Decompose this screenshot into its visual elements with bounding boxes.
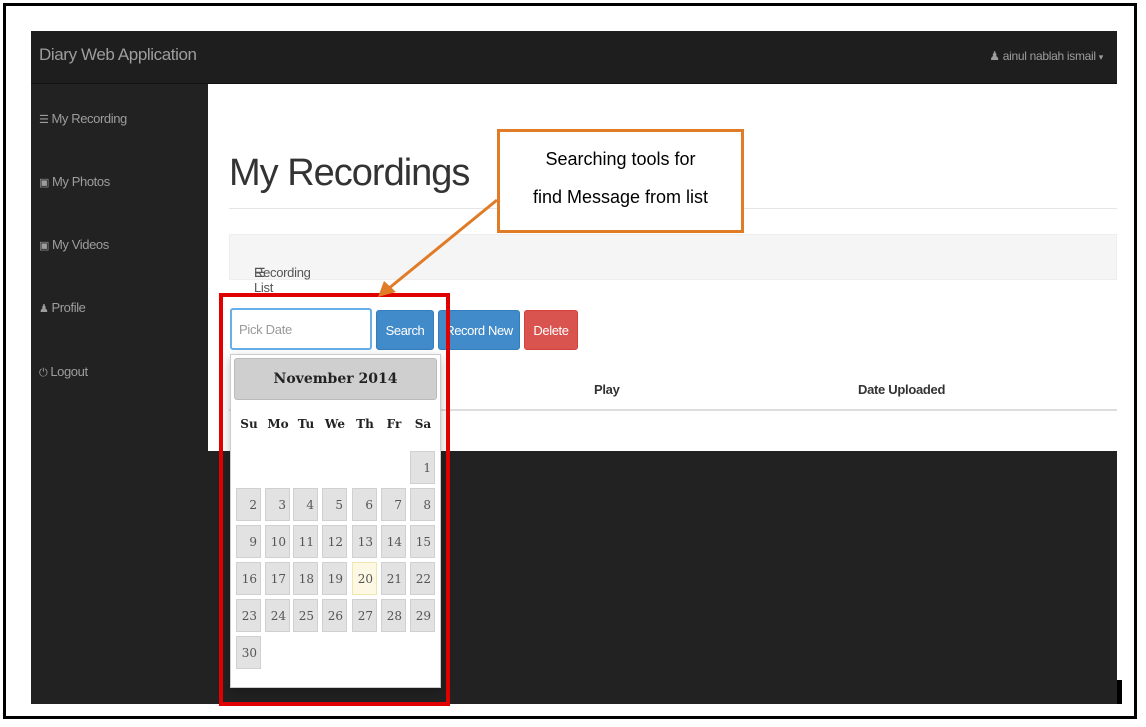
frame-edge-mark [1117,680,1122,704]
callout-line-2: find Message from list [532,187,709,207]
callout-line-1: Searching tools for [545,149,696,169]
annotation-arrow [378,198,498,297]
arrow-line [387,198,498,291]
annotation-callout: Searching tools for find Message from li… [497,129,744,233]
